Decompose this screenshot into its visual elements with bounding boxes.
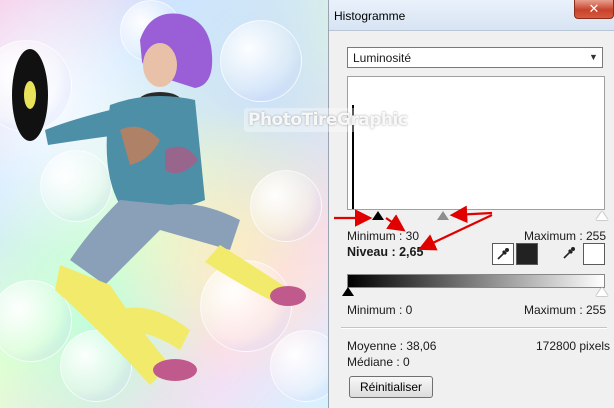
median-label: Médiane : 0 [347, 355, 410, 369]
channel-selected-value: Luminosité [353, 51, 412, 65]
watermark-text: PhotoTireGraphic [244, 108, 438, 132]
input-white-slider[interactable] [596, 211, 608, 220]
black-eyedropper-button[interactable] [492, 243, 514, 265]
input-minimum-label: Minimum : 30 [347, 229, 420, 243]
output-maximum-label: Maximum : 255 [524, 303, 607, 317]
histogram-dialog: Histogramme ✕ Luminosité ▼ Minimum : 30 … [328, 0, 614, 408]
section-divider [341, 327, 607, 329]
input-maximum-label: Maximum : 255 [524, 229, 607, 243]
chevron-down-icon[interactable]: ▼ [585, 48, 602, 67]
eyedropper-icon [563, 247, 575, 259]
output-minimum-label: Minimum : 0 [347, 303, 413, 317]
eyedropper-icon [497, 248, 509, 260]
close-icon: ✕ [588, 1, 600, 16]
pixel-count-label: 172800 pixels [536, 339, 611, 353]
black-point-swatch[interactable] [516, 243, 538, 265]
window-title: Histogramme [334, 9, 406, 23]
mean-label: Moyenne : 38,06 [347, 339, 437, 353]
photo-canvas [0, 0, 330, 408]
title-bar[interactable]: Histogramme ✕ [329, 0, 614, 31]
input-gamma-slider[interactable] [437, 211, 449, 220]
woman-figure [12, 13, 306, 385]
output-white-slider[interactable] [596, 287, 608, 296]
white-eyedropper-button[interactable] [559, 243, 581, 265]
output-levels-gradient [347, 274, 605, 288]
reset-button[interactable]: Réinitialiser [349, 376, 433, 398]
input-black-slider[interactable] [372, 211, 384, 220]
white-point-swatch[interactable] [583, 243, 605, 265]
gamma-level-label: Niveau : 2,65 [347, 245, 424, 259]
output-black-slider[interactable] [342, 287, 354, 296]
channel-dropdown[interactable]: Luminosité ▼ [347, 47, 603, 68]
histogram-graph [347, 76, 605, 210]
close-button[interactable]: ✕ [574, 0, 614, 19]
